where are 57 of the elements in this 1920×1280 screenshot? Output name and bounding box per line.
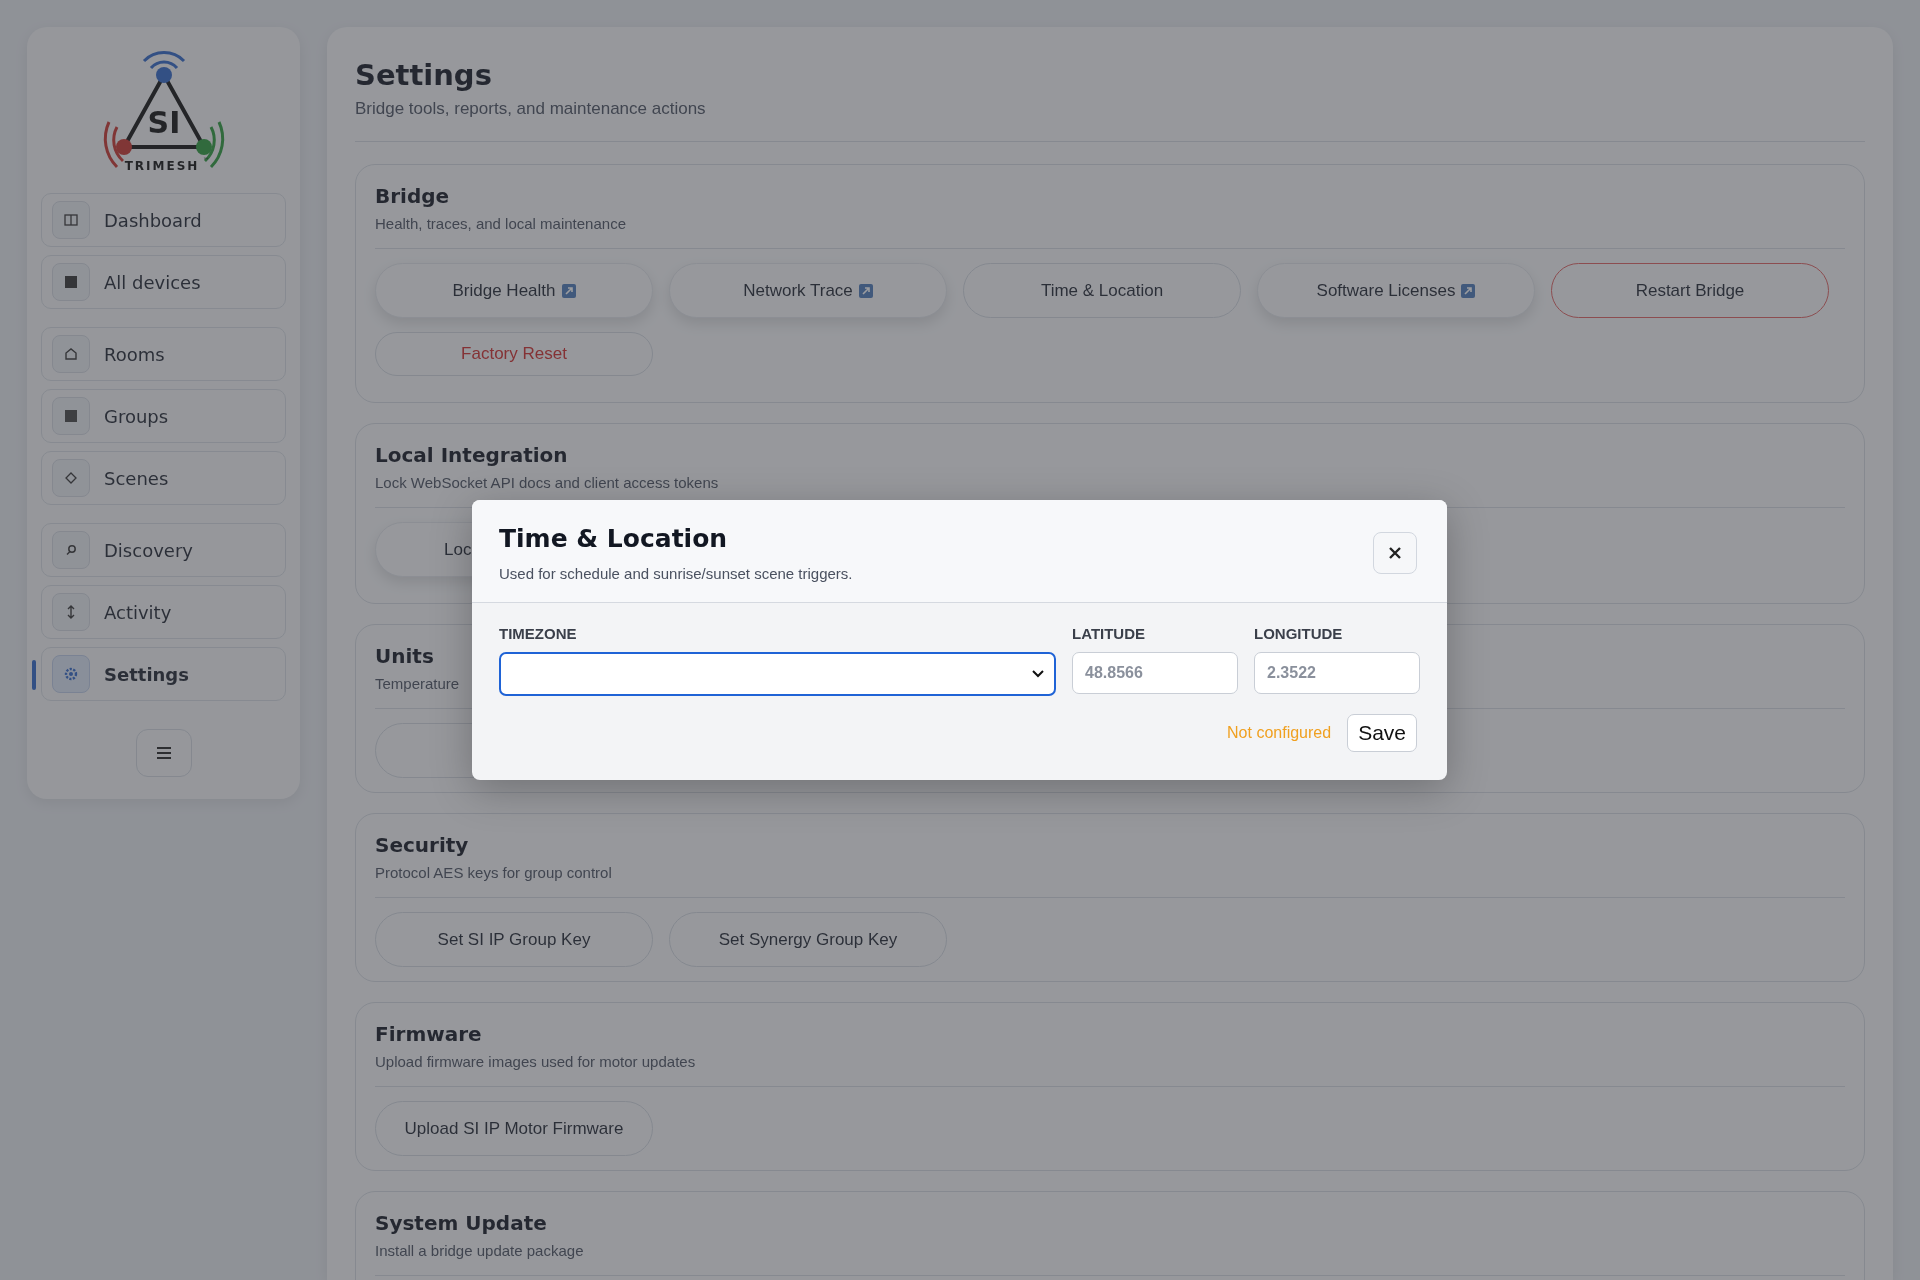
section-title: Security — [375, 833, 469, 857]
menu-icon — [154, 745, 173, 761]
panel-icon — [63, 212, 79, 228]
section-description: Protocol AES keys for group control — [375, 864, 612, 882]
sidebar-item[interactable]: Activity — [41, 585, 286, 639]
field-label: LATITUDE — [1072, 625, 1147, 642]
external-link-icon — [858, 283, 873, 298]
settings-icon — [63, 666, 79, 682]
active-indicator — [32, 660, 36, 690]
sidebar-item[interactable]: Dashboard — [41, 193, 286, 247]
section-title: Bridge — [375, 184, 450, 208]
sidebar-item[interactable]: Groups — [41, 389, 286, 443]
external-link-icon — [1461, 283, 1476, 298]
logo-mark: SI — [147, 105, 180, 140]
section-title: System Update — [375, 1211, 547, 1235]
action-button[interactable]: Bridge Health — [375, 263, 653, 318]
section-description: Temperature — [375, 675, 460, 693]
close-button[interactable] — [1373, 532, 1417, 574]
section-title: Units — [375, 644, 434, 668]
chevron-down-icon — [1032, 670, 1044, 678]
dialog-title: Time & Location — [499, 524, 729, 553]
grid-icon — [63, 274, 79, 290]
page-title: Settings — [355, 57, 493, 93]
section-description: Health, traces, and local maintenance — [375, 215, 626, 233]
action-button[interactable]: Set SI IP Group Key — [375, 912, 653, 967]
timezone-select[interactable] — [499, 652, 1056, 696]
save-button[interactable]: Save — [1347, 714, 1417, 752]
action-button[interactable]: Restart Bridge — [1551, 263, 1829, 318]
external-link-icon — [561, 283, 576, 298]
section-title: Local Integration — [375, 443, 568, 467]
field-label: TIMEZONE — [499, 625, 578, 642]
status-text: Not configured — [1227, 724, 1332, 742]
diamond-icon — [63, 470, 79, 486]
close-icon — [1388, 546, 1402, 560]
menu-button[interactable] — [135, 729, 192, 777]
section-description: Upload firmware images used for motor updates — [375, 1053, 696, 1071]
section-description: Install a bridge update package — [375, 1242, 584, 1260]
coordinate-field[interactable]: 2.3522 — [1254, 652, 1420, 694]
action-button[interactable]: Network Trace — [669, 263, 947, 318]
dialog-subtitle: Used for schedule and sunrise/sunset scene triggers. — [499, 565, 853, 582]
logo-wordmark: TRIMESH — [124, 159, 199, 173]
home-icon — [63, 346, 79, 362]
action-button[interactable]: Time & Location — [963, 263, 1241, 318]
sidebar-item[interactable]: Rooms — [41, 327, 286, 381]
coordinate-field[interactable]: 48.8566 — [1072, 652, 1238, 694]
action-button[interactable]: Factory Reset — [375, 332, 653, 376]
action-button[interactable]: Software Licenses — [1257, 263, 1535, 318]
page-subtitle: Bridge tools, reports, and maintenance actions — [355, 99, 707, 119]
sidebar-item[interactable]: All devices — [41, 255, 286, 309]
section-description: Lock WebSocket API docs and client access tokens — [375, 474, 719, 492]
section-title: Firmware — [375, 1022, 482, 1046]
field-label: LONGITUDE — [1254, 625, 1344, 642]
grid-icon — [63, 408, 79, 424]
action-button[interactable]: Upload SI IP Motor Firmware — [375, 1101, 653, 1156]
sidebar-item[interactable]: Discovery — [41, 523, 286, 577]
sidebar-item[interactable]: Scenes — [41, 451, 286, 505]
action-button[interactable]: Set Synergy Group Key — [669, 912, 947, 967]
